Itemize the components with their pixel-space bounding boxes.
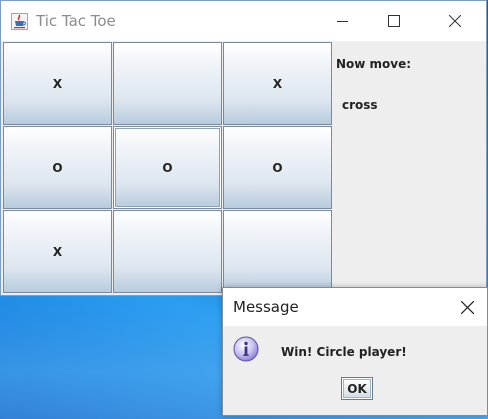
minimize-icon [336,20,348,22]
window-title: Tic Tac Toe [36,12,116,30]
ok-button[interactable]: OK [341,377,373,400]
game-board: X X O O O X [3,42,334,294]
dialog-title: Message [233,298,299,316]
board-cell[interactable]: O [3,126,112,209]
close-button[interactable] [432,1,478,41]
board-cell[interactable]: X [3,210,112,293]
dialog-message: Win! Circle player! [281,345,407,359]
close-icon [449,15,461,27]
info-icon [233,336,259,362]
board-cell[interactable] [113,42,222,125]
main-window: Tic Tac Toe X X O O O X Now move: cross [0,0,487,296]
now-move-label: Now move: [336,57,412,71]
close-icon [460,300,474,314]
board-cell[interactable] [113,210,222,293]
maximize-button[interactable] [371,1,417,41]
maximize-icon [388,15,400,27]
message-dialog: Message Win! Circle player! OK [222,287,488,416]
board-cell[interactable]: X [3,42,112,125]
board-cell[interactable]: O [223,126,332,209]
dialog-title-bar[interactable]: Message [223,288,487,326]
minimize-button[interactable] [319,1,365,41]
dialog-close-button[interactable] [447,288,487,326]
java-cup-icon [11,13,28,30]
title-bar[interactable]: Tic Tac Toe [1,1,486,41]
current-player-value: cross [342,98,378,112]
board-cell[interactable]: X [223,42,332,125]
board-cell[interactable]: O [113,126,222,209]
board-cell[interactable] [223,210,332,293]
